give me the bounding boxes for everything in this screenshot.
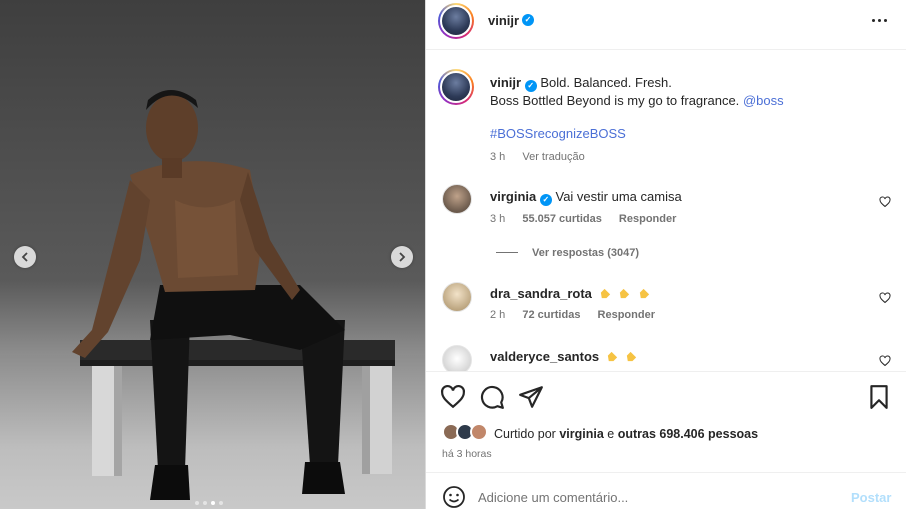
carousel-dot xyxy=(203,501,207,505)
share-send-icon[interactable] xyxy=(518,384,544,410)
carousel-dot xyxy=(195,501,199,505)
like-heart-icon[interactable] xyxy=(440,384,466,410)
post-header: vinijr ✓ xyxy=(426,0,906,50)
liked-by-conjunction: e xyxy=(607,427,615,441)
save-bookmark-icon[interactable] xyxy=(866,384,892,410)
carousel-dot xyxy=(219,501,223,505)
clapping-hands-icon xyxy=(619,288,630,299)
post-media[interactable] xyxy=(0,0,425,509)
carousel-indicator xyxy=(195,501,223,505)
comment-likes-link[interactable]: 55.057 curtidas xyxy=(522,213,602,225)
comment-bubble-icon[interactable] xyxy=(479,384,505,410)
liked-by-avatars[interactable] xyxy=(442,423,490,443)
like-comment-heart-icon[interactable] xyxy=(879,292,891,304)
clapping-hands-icon xyxy=(627,351,637,362)
view-replies-button[interactable]: Ver respostas (3047) xyxy=(496,247,639,259)
clapping-hands-icon xyxy=(600,288,610,299)
reply-button[interactable]: Responder xyxy=(598,309,655,321)
liker-avatar xyxy=(470,423,488,441)
more-dot xyxy=(883,18,887,22)
commenter-avatar[interactable] xyxy=(442,282,472,312)
liked-by-others-link[interactable]: outras 698.406 pessoas xyxy=(618,427,758,441)
view-replies-label: Ver respostas (3047) xyxy=(532,247,640,259)
comment-input[interactable] xyxy=(478,487,838,507)
comment-meta: 3 h 55.057 curtidas Responder xyxy=(490,213,690,225)
comment-username[interactable]: valderyce_santos xyxy=(490,349,599,364)
comment-username[interactable]: dra_sandra_rota xyxy=(490,286,592,301)
post-timestamp[interactable]: há 3 horas xyxy=(442,448,492,460)
caption-time: 3 h xyxy=(490,151,506,163)
caption-text-2: Boss Bottled Beyond is my go to fragranc… xyxy=(490,93,740,108)
comment-line: virginia ✓ Vai vestir uma camisa xyxy=(490,189,682,206)
commenter-avatar[interactable] xyxy=(442,345,472,371)
post-side-panel: vinijr ✓ vinijr ✓ Bold. Balanced. Fresh.… xyxy=(425,0,906,509)
verified-badge-icon: ✓ xyxy=(522,14,534,26)
clapping-hands-icon xyxy=(607,351,617,362)
comment-meta: 2 h 72 curtidas Responder xyxy=(490,309,669,321)
carousel-prev-button[interactable] xyxy=(14,246,36,268)
chevron-left-icon xyxy=(21,252,28,262)
chevron-right-icon xyxy=(399,252,406,262)
clapping-hands-icon xyxy=(639,288,649,299)
comment-line: valderyce_santos xyxy=(490,349,638,364)
post-photo xyxy=(72,90,395,500)
caption-author-avatar[interactable] xyxy=(438,69,474,105)
carousel-next-button[interactable] xyxy=(391,246,413,268)
carousel-dot-active xyxy=(211,501,215,505)
caption-line-1: vinijr ✓ Bold. Balanced. Fresh. xyxy=(490,75,672,92)
verified-badge-icon: ✓ xyxy=(539,194,552,206)
like-comment-heart-icon[interactable] xyxy=(879,196,891,208)
caption-hashtag-line: #BOSSrecognizeBOSS xyxy=(490,126,626,141)
post-actions: Curtido por virginia e outras 698.406 pe… xyxy=(426,371,906,471)
more-dot xyxy=(871,18,875,22)
comment-username[interactable]: virginia xyxy=(490,189,536,204)
liked-by-user-link[interactable]: virginia xyxy=(559,427,603,441)
emoji-smiley-icon[interactable] xyxy=(442,485,466,509)
comment-time: 3 h xyxy=(490,213,506,225)
post-comment-button[interactable]: Postar xyxy=(851,490,891,505)
commenter-avatar[interactable] xyxy=(442,184,472,214)
add-comment-bar: Postar xyxy=(426,472,906,509)
caption-hashtag-link[interactable]: #BOSSrecognizeBOSS xyxy=(490,126,626,141)
caption-meta: 3 h Ver tradução xyxy=(490,151,599,163)
comment-likes-link[interactable]: 72 curtidas xyxy=(522,309,580,321)
liked-by-text: Curtido por virginia e outras 698.406 pe… xyxy=(494,427,758,441)
like-comment-heart-icon[interactable] xyxy=(879,355,891,367)
caption-text-1: Bold. Balanced. Fresh. xyxy=(540,75,672,90)
caption-username[interactable]: vinijr xyxy=(490,75,521,90)
more-dot xyxy=(877,18,881,22)
author-username[interactable]: vinijr xyxy=(488,13,519,28)
see-translation-link[interactable]: Ver tradução xyxy=(522,151,584,163)
verified-badge-icon: ✓ xyxy=(524,80,537,92)
author-avatar[interactable] xyxy=(438,3,474,39)
reply-button[interactable]: Responder xyxy=(619,213,676,225)
comment-time: 2 h xyxy=(490,309,506,321)
liked-by-prefix: Curtido por xyxy=(494,427,556,441)
caption-line-2: Boss Bottled Beyond is my go to fragranc… xyxy=(490,93,784,108)
caption-mention-link[interactable]: @boss xyxy=(743,93,784,108)
comment-line: dra_sandra_rota xyxy=(490,286,651,301)
more-options-button[interactable] xyxy=(868,10,890,30)
comment-text: Vai vestir uma camisa xyxy=(555,189,682,204)
comments-scroll-area[interactable]: vinijr ✓ Bold. Balanced. Fresh. Boss Bot… xyxy=(426,51,906,371)
